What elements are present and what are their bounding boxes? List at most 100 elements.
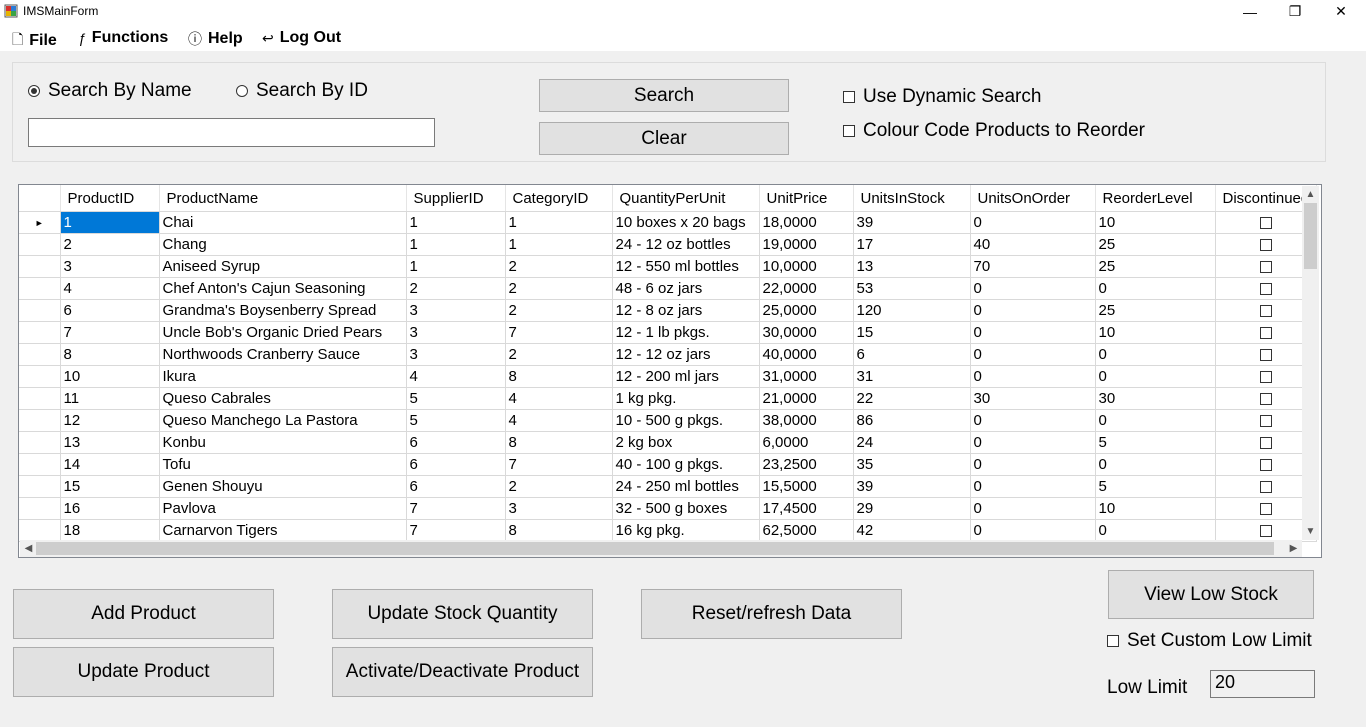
row-header[interactable] (19, 255, 61, 278)
column-header-categoryid[interactable]: CategoryID (505, 185, 613, 212)
table-cell[interactable]: 7 (505, 321, 613, 344)
table-row[interactable]: 15 Genen Shouyu 6 2 24 - 250 ml bottles 15,50… (19, 475, 1318, 498)
checkbox-icon[interactable] (1259, 481, 1272, 494)
table-cell[interactable]: 0 (970, 343, 1096, 366)
table-cell[interactable]: 15,5000 (759, 475, 854, 498)
table-cell[interactable]: 13 (60, 431, 160, 454)
column-header-unitsonorder[interactable]: UnitsOnOrder (970, 185, 1096, 212)
table-cell[interactable]: 8 (60, 343, 160, 366)
table-cell[interactable]: 6 (406, 431, 506, 454)
horizontal-scroll-thumb[interactable] (36, 542, 1274, 555)
column-header-unitsinstock[interactable]: UnitsInStock (853, 185, 971, 212)
table-cell[interactable]: 22 (853, 387, 971, 410)
table-cell[interactable]: Ikura (159, 365, 407, 388)
table-cell[interactable]: 4 (60, 277, 160, 300)
close-button[interactable]: ✕ (1318, 0, 1364, 23)
table-cell[interactable]: 18,0000 (759, 211, 854, 234)
table-cell[interactable]: 30 (970, 387, 1096, 410)
table-cell[interactable]: 24 - 250 ml bottles (612, 475, 760, 498)
checkbox-icon[interactable] (1259, 525, 1272, 538)
table-cell[interactable]: 10,0000 (759, 255, 854, 278)
column-header-reorderlevel[interactable]: ReorderLevel (1095, 185, 1216, 212)
checkbox-icon[interactable] (1259, 217, 1272, 230)
checkbox-icon[interactable] (1259, 371, 1272, 384)
table-cell[interactable]: 35 (853, 453, 971, 476)
scroll-right-icon[interactable]: ▶ (1285, 540, 1302, 557)
table-cell[interactable]: 17 (853, 233, 971, 256)
checkbox-icon[interactable] (1259, 261, 1272, 274)
row-header[interactable] (19, 519, 61, 542)
table-cell[interactable]: 8 (505, 519, 613, 542)
table-cell[interactable]: 0 (970, 321, 1096, 344)
row-header[interactable] (19, 365, 61, 388)
table-cell[interactable]: 10 (1095, 497, 1216, 520)
table-cell[interactable]: 22,0000 (759, 277, 854, 300)
table-row[interactable]: 7 Uncle Bob's Organic Dried Pears 3 7 12 - 1… (19, 321, 1318, 344)
table-cell[interactable]: 32 - 500 g boxes (612, 497, 760, 520)
table-row[interactable]: 14 Tofu 6 7 40 - 100 g pkgs. 23,2500 35 0 0 (19, 453, 1318, 476)
table-cell[interactable]: Konbu (159, 431, 407, 454)
update-product-button[interactable]: Update Product (13, 647, 274, 697)
table-cell[interactable]: 1 (406, 233, 506, 256)
view-low-stock-button[interactable]: View Low Stock (1108, 570, 1314, 619)
table-cell[interactable]: 12 - 550 ml bottles (612, 255, 760, 278)
table-cell[interactable]: 10 (1095, 211, 1216, 234)
table-cell[interactable]: 0 (970, 365, 1096, 388)
table-cell[interactable]: 5 (406, 409, 506, 432)
table-cell[interactable]: 10 (1095, 321, 1216, 344)
menu-functions[interactable]: ƒ Functions (78, 29, 168, 47)
table-row[interactable]: 11 Queso Cabrales 5 4 1 kg pkg. 21,0000 22 30 30 (19, 387, 1318, 410)
table-cell[interactable]: 3 (406, 299, 506, 322)
table-cell[interactable]: 2 (505, 277, 613, 300)
search-button[interactable]: Search (539, 79, 789, 112)
table-row[interactable]: 16 Pavlova 7 3 32 - 500 g boxes 17,4500 29 0 10 (19, 497, 1318, 520)
scroll-down-icon[interactable]: ▼ (1302, 523, 1319, 540)
table-cell[interactable]: 1 (505, 233, 613, 256)
table-cell[interactable]: 6 (60, 299, 160, 322)
products-grid[interactable]: ProductID ProductName SupplierID CategoryID… (18, 184, 1322, 558)
table-cell[interactable]: 7 (406, 497, 506, 520)
table-cell[interactable]: 40,0000 (759, 343, 854, 366)
colour-code-checkbox[interactable]: Colour Code Products to Reorder (843, 120, 1145, 142)
checkbox-icon[interactable] (1259, 305, 1272, 318)
table-cell[interactable]: 70 (970, 255, 1096, 278)
table-cell[interactable]: 12 - 12 oz jars (612, 343, 760, 366)
table-cell[interactable]: 38,0000 (759, 409, 854, 432)
activate-deactivate-button[interactable]: Activate/Deactivate Product (332, 647, 593, 697)
table-cell[interactable]: 0 (1095, 409, 1216, 432)
column-header-productname[interactable]: ProductName (159, 185, 407, 212)
table-cell[interactable]: 13 (853, 255, 971, 278)
table-row[interactable]: 8 Northwoods Cranberry Sauce 3 2 12 - 12 oz … (19, 343, 1318, 366)
table-cell[interactable]: 25,0000 (759, 299, 854, 322)
table-cell[interactable]: 39 (853, 211, 971, 234)
minimize-button[interactable]: — (1227, 0, 1273, 23)
table-row[interactable]: ► 1 Chai 1 1 10 boxes x 20 bags 18,0000 39 0 10 (19, 211, 1318, 234)
table-cell[interactable]: 12 - 8 oz jars (612, 299, 760, 322)
clear-button[interactable]: Clear (539, 122, 789, 155)
table-cell[interactable]: Aniseed Syrup (159, 255, 407, 278)
scroll-left-icon[interactable]: ◀ (20, 540, 37, 557)
table-cell[interactable]: 10 - 500 g pkgs. (612, 409, 760, 432)
table-row[interactable]: 6 Grandma's Boysenberry Spread 3 2 12 - 8 oz… (19, 299, 1318, 322)
search-by-name-radio[interactable]: Search By Name (28, 80, 192, 102)
table-cell[interactable]: 0 (1095, 519, 1216, 542)
column-header-productid[interactable]: ProductID (60, 185, 160, 212)
checkbox-icon[interactable] (1259, 503, 1272, 516)
column-header-supplierid[interactable]: SupplierID (406, 185, 506, 212)
table-row[interactable]: 4 Chef Anton's Cajun Seasoning 2 2 48 - 6 oz… (19, 277, 1318, 300)
table-cell[interactable]: 3 (60, 255, 160, 278)
table-cell[interactable]: 1 (406, 255, 506, 278)
table-row[interactable]: 13 Konbu 6 8 2 kg box 6,0000 24 0 5 (19, 431, 1318, 454)
column-header-unitprice[interactable]: UnitPrice (759, 185, 854, 212)
checkbox-icon[interactable] (1259, 459, 1272, 472)
dynamic-search-checkbox[interactable]: Use Dynamic Search (843, 86, 1041, 108)
table-cell[interactable]: 14 (60, 453, 160, 476)
table-cell[interactable]: 29 (853, 497, 971, 520)
table-cell[interactable]: 42 (853, 519, 971, 542)
table-cell[interactable]: Uncle Bob's Organic Dried Pears (159, 321, 407, 344)
table-cell[interactable]: 8 (505, 431, 613, 454)
table-cell[interactable]: 19,0000 (759, 233, 854, 256)
table-cell[interactable]: 23,2500 (759, 453, 854, 476)
low-limit-input[interactable]: 20 (1210, 670, 1315, 698)
table-cell[interactable]: 3 (406, 321, 506, 344)
